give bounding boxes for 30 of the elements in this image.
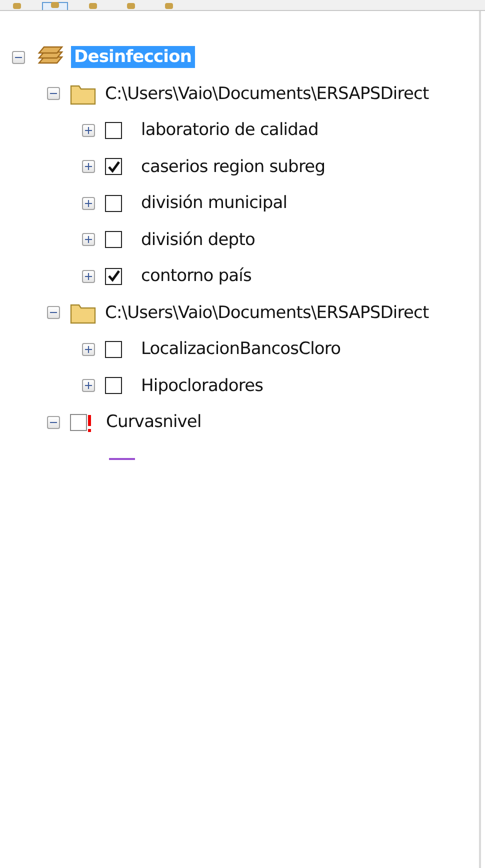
layer-name[interactable]: C:\Users\Vaio\Documents\ERSAPSDirect bbox=[102, 82, 432, 105]
checkbox[interactable] bbox=[105, 122, 122, 139]
toggle-box[interactable] bbox=[47, 306, 60, 320]
checkbox[interactable] bbox=[105, 340, 122, 358]
layer-name[interactable]: laboratorio de calidad bbox=[138, 119, 322, 142]
layer-name[interactable]: división municipal bbox=[138, 192, 290, 214]
toggle-box[interactable] bbox=[82, 233, 95, 246]
toggle-box[interactable] bbox=[82, 160, 95, 174]
layer-name[interactable]: contorno país bbox=[138, 265, 254, 288]
folder-icon bbox=[70, 82, 96, 105]
toggle-box[interactable] bbox=[47, 416, 60, 429]
toggle-box[interactable] bbox=[47, 87, 60, 100]
layer-name[interactable]: división depto bbox=[138, 228, 258, 251]
toggle-box[interactable] bbox=[12, 50, 25, 64]
layer-name[interactable]: LocalizacionBancosCloro bbox=[138, 338, 344, 360]
layer-name[interactable]: caserios region subreg bbox=[138, 156, 328, 178]
toggle-box[interactable] bbox=[82, 270, 95, 283]
toggle-box[interactable] bbox=[82, 124, 95, 137]
toggle-box[interactable] bbox=[82, 379, 95, 392]
checkbox[interactable] bbox=[105, 158, 122, 176]
toggle-box[interactable] bbox=[82, 196, 95, 210]
layer-name[interactable]: Hipocloradores bbox=[138, 374, 266, 397]
toggle-box[interactable] bbox=[82, 342, 95, 356]
checkbox[interactable] bbox=[105, 231, 122, 248]
layer-name[interactable]: C:\Users\Vaio\Documents\ERSAPSDirect bbox=[102, 302, 432, 324]
checkbox[interactable] bbox=[105, 194, 122, 212]
checkbox[interactable] bbox=[105, 268, 122, 285]
checkbox[interactable] bbox=[105, 377, 122, 394]
layer-name[interactable]: Curvasnivel bbox=[103, 411, 204, 434]
folder-icon bbox=[70, 302, 96, 324]
